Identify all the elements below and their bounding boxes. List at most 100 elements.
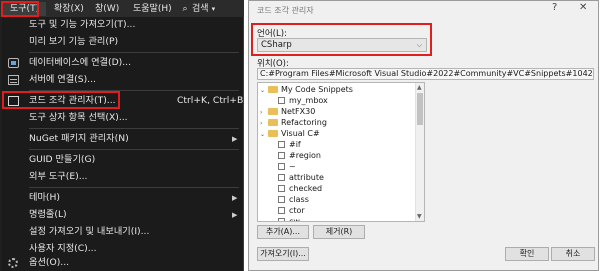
menu-item-label: 외부 도구(E)... xyxy=(29,171,88,182)
snippet-tree-content: ⌄ My Code Snippets my_mbox › NetFX30 › Refa… xyxy=(258,83,416,222)
menu-item-external-tools[interactable]: 외부 도구(E)... xyxy=(2,169,244,185)
tree-node-label: NetFX30 xyxy=(281,107,316,116)
menu-item-preview-features[interactable]: 미리 보기 기능 관리(P) xyxy=(2,34,244,50)
scroll-down-icon[interactable]: ▼ xyxy=(417,213,422,220)
menu-separator xyxy=(29,52,239,53)
menu-item-label: 미리 보기 기능 관리(P) xyxy=(29,36,119,47)
location-field[interactable]: C:#Program Files#Microsoft Visual Studio… xyxy=(257,68,594,80)
menu-window[interactable]: 창(W) xyxy=(95,2,119,16)
scrollbar-thumb[interactable] xyxy=(417,93,423,125)
menu-item-connect-database[interactable]: 데이터베이스에 연결(D)... xyxy=(2,55,244,71)
tree-folder-netfx30[interactable]: › NetFX30 xyxy=(260,106,315,117)
menu-search-label: 검색 xyxy=(192,4,209,14)
snippet-checkbox-icon xyxy=(278,185,285,192)
collapse-icon[interactable]: ⌄ xyxy=(260,129,268,140)
menu-separator xyxy=(29,187,239,188)
import-button[interactable]: 가져오기(I)... xyxy=(257,247,309,261)
close-button[interactable]: ✕ xyxy=(579,2,587,13)
tree-node-label: Visual C# xyxy=(281,129,320,138)
menu-extensions[interactable]: 확장(X) xyxy=(54,2,84,16)
dialog-title: 코드 조각 관리자 xyxy=(257,6,314,15)
chevron-right-icon: ▶ xyxy=(232,194,238,202)
menu-item-theme[interactable]: 테마(H) ▶ xyxy=(2,190,244,206)
scroll-up-icon[interactable]: ▲ xyxy=(417,84,422,91)
menu-help[interactable]: 도움말(H) xyxy=(133,2,172,16)
folder-icon xyxy=(268,119,278,126)
menu-item-get-tools-features[interactable]: 도구 및 기능 가져오기(T)... xyxy=(2,17,244,33)
snippet-checkbox-icon xyxy=(278,152,285,159)
snippet-checkbox-icon xyxy=(278,174,285,181)
tree-item-my-mbox[interactable]: my_mbox xyxy=(278,95,328,106)
tree-folder-my-code-snippets[interactable]: ⌄ My Code Snippets xyxy=(260,84,353,95)
chevron-down-icon: ▾ xyxy=(211,5,216,13)
menu-item-choose-toolbox-items[interactable]: 도구 상자 항목 선택(X)... xyxy=(2,110,244,126)
tree-item-region[interactable]: #region xyxy=(278,150,321,161)
menu-item-import-export-settings[interactable]: 설정 가져오기 및 내보내기(I)... xyxy=(2,224,244,240)
menu-item-nuget[interactable]: NuGet 패키지 관리자(N) ▶ xyxy=(2,131,244,147)
menu-item-options[interactable]: 옵션(O)... xyxy=(2,255,244,271)
snippet-checkbox-icon xyxy=(278,97,285,104)
highlight-box-code-snippets xyxy=(2,91,120,109)
server-connect-icon xyxy=(8,75,19,85)
menu-item-label: 도구 및 기능 가져오기(T)... xyxy=(29,19,136,30)
folder-icon xyxy=(268,86,278,93)
highlight-box-tools-menu xyxy=(1,1,39,17)
code-snippets-manager-dialog: 코드 조각 관리자 ? ✕ 언어(L): CSharp ⌵ 위치(O): C:#… xyxy=(248,0,599,271)
menu-search[interactable]: ⌕ 검색 ▾ xyxy=(180,2,215,16)
tree-item-if[interactable]: #if xyxy=(278,139,301,150)
snippet-checkbox-icon xyxy=(278,141,285,148)
collapse-icon[interactable]: ⌄ xyxy=(260,85,268,96)
add-button[interactable]: 추가(A)... xyxy=(257,225,309,239)
menu-item-create-guid[interactable]: GUID 만들기(G) xyxy=(2,152,244,168)
tree-node-label: #region xyxy=(289,151,322,160)
tree-node-label: ~ xyxy=(289,162,296,171)
chevron-right-icon: ▶ xyxy=(232,135,238,143)
tree-node-label: class xyxy=(289,195,309,204)
search-icon: ⌕ xyxy=(182,4,188,14)
menu-item-label: 도구 상자 항목 선택(X)... xyxy=(29,112,128,123)
tree-item-tilde[interactable]: ~ xyxy=(278,161,296,172)
menu-item-label: 옵션(O)... xyxy=(29,257,70,268)
cancel-button[interactable]: 취소 xyxy=(551,247,595,261)
menu-item-label: 테마(H) xyxy=(29,192,60,203)
tree-folder-refactoring[interactable]: › Refactoring xyxy=(260,117,327,128)
tree-node-label: #if xyxy=(289,140,301,149)
tree-node-label: My Code Snippets xyxy=(281,85,353,94)
tree-folder-visual-csharp[interactable]: ⌄ Visual C# xyxy=(260,128,320,139)
tree-node-label: attribute xyxy=(289,173,324,182)
database-connect-icon xyxy=(8,58,19,68)
snippet-checkbox-icon xyxy=(278,207,285,214)
ok-button[interactable]: 확인 xyxy=(505,247,549,261)
tree-item-cw[interactable]: cw xyxy=(278,216,300,222)
tree-item-checked[interactable]: checked xyxy=(278,183,322,194)
tree-node-label: cw xyxy=(289,217,300,222)
chevron-right-icon: ▶ xyxy=(232,211,238,219)
menu-separator xyxy=(29,128,239,129)
tree-item-ctor[interactable]: ctor xyxy=(278,205,305,216)
folder-icon xyxy=(268,108,278,115)
snippet-checkbox-icon xyxy=(278,163,285,170)
menu-item-label: GUID 만들기(G) xyxy=(29,154,96,165)
menu-item-shortcut: Ctrl+K, Ctrl+B xyxy=(177,95,244,106)
tree-node-label: checked xyxy=(289,184,323,193)
snippet-tree[interactable]: ⌄ My Code Snippets my_mbox › NetFX30 › Refa… xyxy=(257,82,425,222)
tools-menu-panel: 도구(T) 확장(X) 창(W) 도움말(H) ⌕ 검색 ▾ 도구 및 기능 가져오… xyxy=(0,0,244,271)
tree-scrollbar[interactable]: ▲ ▼ xyxy=(415,83,424,221)
highlight-box-language xyxy=(251,23,432,56)
tree-item-class[interactable]: class xyxy=(278,194,309,205)
remove-button[interactable]: 제거(R) xyxy=(313,225,365,239)
tree-node-label: Refactoring xyxy=(281,118,327,127)
menu-item-command-line[interactable]: 명령줄(L) ▶ xyxy=(2,207,244,223)
tree-node-label: my_mbox xyxy=(289,96,328,105)
menu-item-label: 설정 가져오기 및 내보내기(I)... xyxy=(29,226,150,237)
gear-icon xyxy=(8,258,18,268)
tree-node-label: ctor xyxy=(289,206,305,215)
menu-item-connect-server[interactable]: 서버에 연결(S)... xyxy=(2,72,244,88)
help-button[interactable]: ? xyxy=(552,2,557,13)
menu-item-label: NuGet 패키지 관리자(N) xyxy=(29,133,129,144)
menu-item-label: 데이터베이스에 연결(D)... xyxy=(29,57,131,68)
menu-separator xyxy=(29,149,239,150)
tree-item-attribute[interactable]: attribute xyxy=(278,172,324,183)
snippet-checkbox-icon xyxy=(278,218,285,221)
folder-icon xyxy=(268,130,278,137)
